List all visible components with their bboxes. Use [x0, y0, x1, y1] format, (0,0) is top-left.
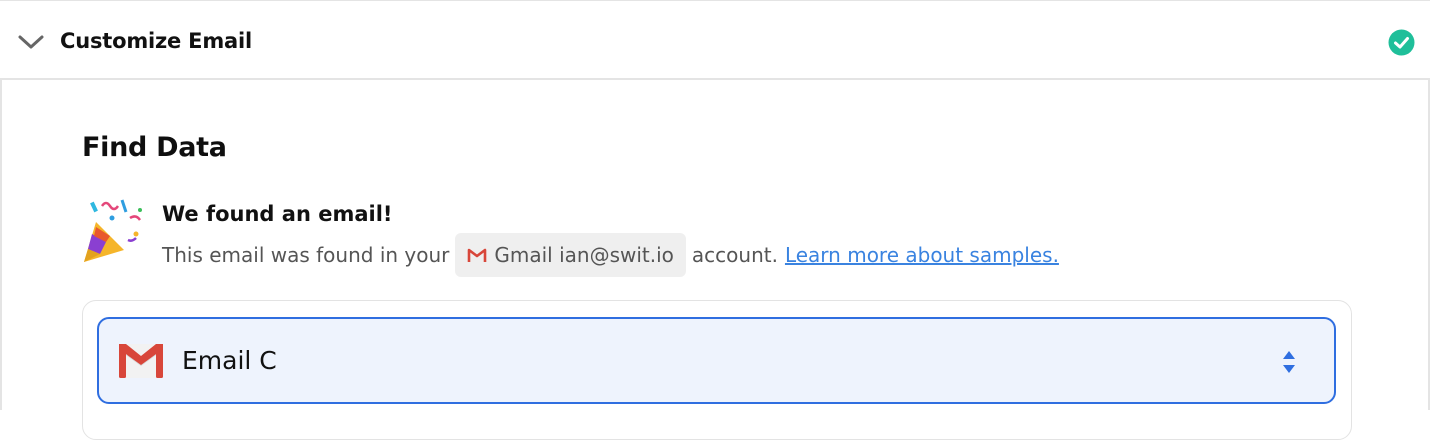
- party-popper-icon: [84, 199, 142, 262]
- chevron-down-icon[interactable]: [16, 29, 46, 53]
- learn-more-link[interactable]: Learn more about samples.: [785, 243, 1059, 267]
- found-title: We found an email!: [162, 202, 393, 226]
- gmail-icon: [119, 344, 163, 378]
- account-chip: Gmail ian@swit.io: [455, 233, 686, 277]
- step-header[interactable]: Customize Email: [0, 0, 1430, 80]
- sample-select[interactable]: Email C: [97, 317, 1336, 404]
- account-chip-label: Gmail ian@swit.io: [494, 243, 674, 267]
- sample-select-value: Email C: [182, 346, 277, 375]
- found-desc-suffix: account.: [691, 243, 778, 267]
- gmail-icon: [468, 248, 487, 262]
- found-desc-prefix: This email was found in your: [162, 243, 450, 267]
- found-description: This email was found in your Gmail ian@s…: [162, 232, 1059, 278]
- check-circle-icon: [1388, 29, 1415, 56]
- section-title: Find Data: [82, 132, 227, 163]
- up-down-chevron-icon: [1283, 351, 1295, 373]
- step-title: Customize Email: [60, 29, 252, 53]
